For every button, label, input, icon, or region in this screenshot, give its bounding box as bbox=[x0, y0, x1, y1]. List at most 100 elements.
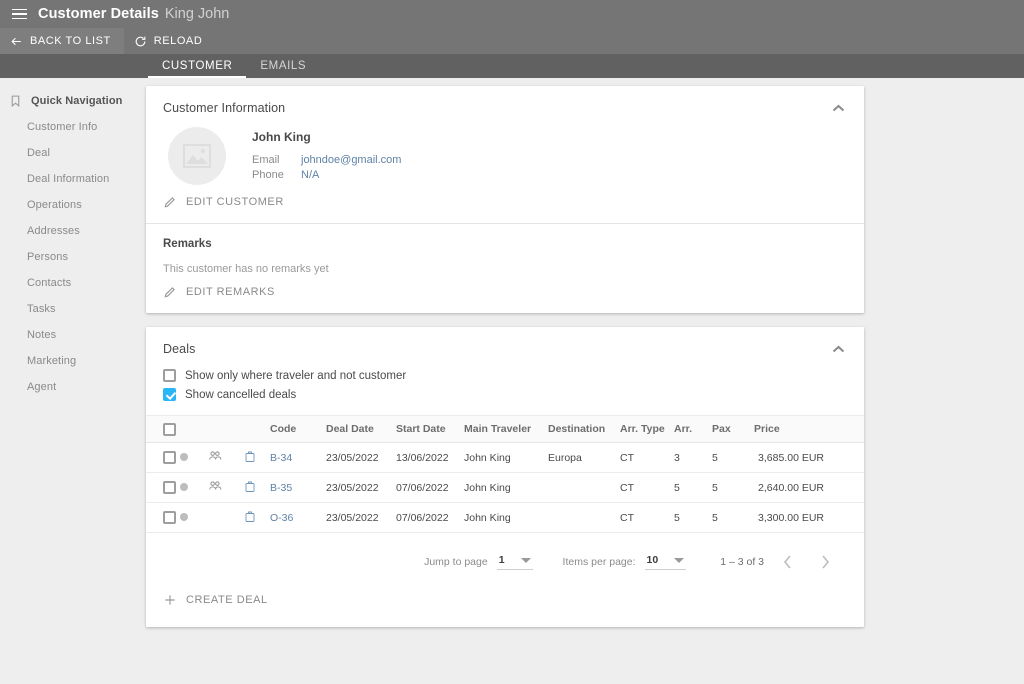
customer-card-collapse-button[interactable] bbox=[829, 99, 847, 117]
pencil-icon bbox=[164, 197, 175, 208]
email-label: Email bbox=[252, 154, 280, 166]
row-main-traveler: John King bbox=[464, 442, 548, 473]
checkbox-select-all[interactable] bbox=[163, 422, 176, 436]
customer-fields: John King Email johndoe@gmail.com Phone … bbox=[252, 127, 401, 185]
remarks-title: Remarks bbox=[163, 238, 212, 250]
row-checkbox[interactable] bbox=[163, 451, 176, 464]
header-arr-type[interactable]: Arr. Type bbox=[620, 415, 674, 443]
deals-card-collapse-button[interactable] bbox=[829, 340, 847, 358]
header-pax[interactable]: Pax bbox=[712, 415, 754, 443]
row-deal-date: 23/05/2022 bbox=[326, 472, 396, 503]
header-deal-date[interactable]: Deal Date bbox=[326, 415, 396, 443]
filter-show-cancelled[interactable]: Show cancelled deals bbox=[163, 385, 847, 404]
row-arr-type: CT bbox=[620, 502, 674, 533]
row-arr: 5 bbox=[674, 502, 712, 533]
row-case-cell bbox=[244, 502, 270, 533]
row-main-traveler: John King bbox=[464, 502, 548, 533]
header-start-date[interactable]: Start Date bbox=[396, 415, 464, 443]
sidebar-item-persons[interactable]: Persons bbox=[0, 244, 146, 270]
edit-customer-label: EDIT CUSTOMER bbox=[186, 196, 284, 208]
email-value[interactable]: johndoe@gmail.com bbox=[301, 153, 401, 168]
row-code: B-35 bbox=[270, 472, 326, 503]
header-status bbox=[180, 415, 208, 443]
previous-page-button[interactable] bbox=[772, 547, 802, 577]
deals-card-title: Deals bbox=[163, 342, 196, 356]
row-checkbox[interactable] bbox=[163, 511, 176, 524]
chevron-up-icon bbox=[832, 345, 844, 352]
tab-emails-label: EMAILS bbox=[260, 60, 307, 72]
sidebar-item-tasks[interactable]: Tasks bbox=[0, 296, 146, 322]
row-checkbox[interactable] bbox=[163, 481, 176, 494]
jump-to-page-value: 1 bbox=[498, 554, 505, 566]
row-pax: 5 bbox=[712, 442, 754, 473]
header-destination[interactable]: Destination bbox=[548, 415, 620, 443]
row-status-cell bbox=[180, 442, 208, 473]
briefcase-icon bbox=[245, 451, 255, 462]
customer-information-card: Customer Information John King Email joh… bbox=[146, 86, 864, 313]
row-status-cell bbox=[180, 502, 208, 533]
chevron-down-icon bbox=[674, 557, 685, 563]
row-deal-date: 23/05/2022 bbox=[326, 502, 396, 533]
sidebar-item-customer-info[interactable]: Customer Info bbox=[0, 114, 146, 140]
header-travelers-icon bbox=[208, 415, 244, 443]
row-arr: 3 bbox=[674, 442, 712, 473]
row-people-cell bbox=[208, 472, 244, 503]
bookmark-icon bbox=[11, 95, 20, 108]
filter-show-cancelled-label: Show cancelled deals bbox=[185, 388, 297, 401]
table-row[interactable]: B-34 23/05/2022 13/06/2022 John King Eur… bbox=[146, 442, 864, 473]
sidebar-item-operations[interactable]: Operations bbox=[0, 192, 146, 218]
filter-traveler-not-customer[interactable]: Show only where traveler and not custome… bbox=[163, 366, 847, 385]
header-main-traveler[interactable]: Main Traveler bbox=[464, 415, 548, 443]
items-per-page-value: 10 bbox=[646, 554, 659, 566]
back-to-list-button[interactable]: BACK TO LIST bbox=[0, 28, 124, 54]
next-page-button[interactable] bbox=[810, 547, 840, 577]
deal-code-link[interactable]: B-34 bbox=[270, 452, 292, 464]
sidebar-item-marketing[interactable]: Marketing bbox=[0, 348, 146, 374]
sidebar-item-contacts[interactable]: Contacts bbox=[0, 270, 146, 296]
sidebar: Quick Navigation Customer Info Deal Deal… bbox=[0, 78, 146, 684]
sidebar-item-addresses[interactable]: Addresses bbox=[0, 218, 146, 244]
back-to-list-label: BACK TO LIST bbox=[30, 35, 111, 47]
sidebar-item-notes[interactable]: Notes bbox=[0, 322, 146, 348]
header-price[interactable]: Price bbox=[754, 415, 864, 443]
create-deal-button[interactable]: CREATE DEAL bbox=[146, 587, 285, 627]
jump-to-page-select[interactable]: 1 bbox=[496, 554, 533, 570]
row-deal-date: 23/05/2022 bbox=[326, 442, 396, 473]
row-status-cell bbox=[180, 472, 208, 503]
reload-button[interactable]: RELOAD bbox=[124, 28, 216, 54]
tab-customer[interactable]: CUSTOMER bbox=[148, 54, 247, 78]
hamburger-icon[interactable] bbox=[6, 0, 32, 28]
header-arr[interactable]: Arr. bbox=[674, 415, 712, 443]
table-row[interactable]: O-36 23/05/2022 07/06/2022 John King CT … bbox=[146, 502, 864, 533]
checkbox-show-cancelled[interactable] bbox=[163, 388, 176, 401]
action-bar: BACK TO LIST RELOAD bbox=[0, 28, 1024, 54]
sidebar-item-deal[interactable]: Deal bbox=[0, 140, 146, 166]
row-arr: 5 bbox=[674, 472, 712, 503]
row-main-traveler: John King bbox=[464, 472, 548, 503]
edit-customer-button[interactable]: EDIT CUSTOMER bbox=[146, 185, 301, 223]
deals-card: Deals Show only where traveler and not c… bbox=[146, 327, 864, 627]
status-dot-icon bbox=[180, 512, 188, 521]
edit-remarks-button[interactable]: EDIT REMARKS bbox=[146, 275, 292, 313]
page-subtitle: King John bbox=[164, 6, 230, 22]
reload-label: RELOAD bbox=[153, 35, 203, 47]
app-bar: Customer Details King John bbox=[0, 0, 1024, 28]
jump-to-page-label: Jump to page bbox=[424, 556, 488, 568]
plus-icon bbox=[165, 595, 175, 605]
phone-value: N/A bbox=[301, 169, 320, 181]
deal-code-link[interactable]: B-35 bbox=[270, 482, 292, 494]
sidebar-item-agent[interactable]: Agent bbox=[0, 374, 146, 400]
deal-code-link[interactable]: O-36 bbox=[270, 512, 293, 524]
tab-emails[interactable]: EMAILS bbox=[246, 54, 320, 78]
quick-navigation-header[interactable]: Quick Navigation bbox=[0, 88, 146, 114]
arrow-left-icon bbox=[11, 37, 21, 45]
checkbox-traveler-not-customer[interactable] bbox=[163, 369, 176, 382]
header-code[interactable]: Code bbox=[270, 415, 326, 443]
row-price: 3,300.00 EUR bbox=[754, 502, 864, 533]
row-price: 2,640.00 EUR bbox=[754, 472, 864, 503]
customer-card-header: Customer Information bbox=[146, 86, 864, 117]
items-per-page-select[interactable]: 10 bbox=[644, 554, 687, 570]
sidebar-item-deal-information[interactable]: Deal Information bbox=[0, 166, 146, 192]
customer-details-block: John King Email johndoe@gmail.com Phone … bbox=[146, 117, 864, 185]
table-row[interactable]: B-35 23/05/2022 07/06/2022 John King CT … bbox=[146, 472, 864, 503]
